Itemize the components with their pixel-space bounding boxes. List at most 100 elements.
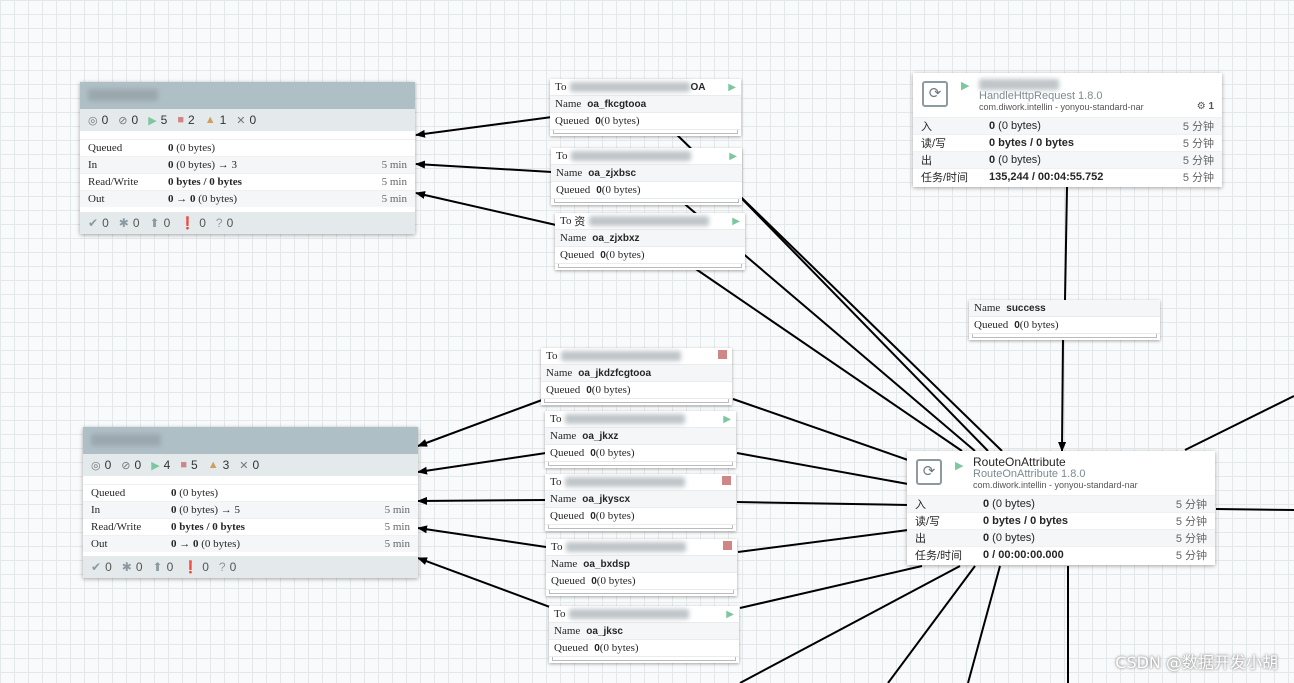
running-icon: ▶ bbox=[955, 460, 964, 472]
stat-label: Out bbox=[88, 193, 105, 205]
stat-time: 5 分钟 bbox=[1175, 499, 1207, 511]
process-group-2[interactable]: ◎ 0 ⊘ 0 ▶ 4 ■ 5 ▲ 3 ✕ 0 Queued 0 (0 bytes) In 0 … bbox=[83, 427, 418, 578]
stat-row-in: In 0 (0 bytes) → 55 min bbox=[83, 501, 418, 518]
connection-line bbox=[967, 565, 1001, 683]
unknown-count: 0 bbox=[226, 216, 234, 230]
locally-modified-count: 0 bbox=[132, 216, 140, 230]
redacted-destination bbox=[565, 477, 686, 487]
connection-line bbox=[417, 525, 547, 548]
stat-extra: (0 bytes) bbox=[995, 154, 1041, 166]
active-tasks-count: 1 bbox=[1208, 101, 1214, 112]
running-count: 5 bbox=[160, 113, 168, 127]
process-group-stats: ◎ 0 ⊘ 0 ▶ 4 ■ 5 ▲ 3 ✕ 0 bbox=[83, 454, 418, 476]
destination-suffix: OA bbox=[690, 81, 706, 93]
stat-extra: (0 bytes) → 3 bbox=[173, 159, 238, 171]
connection-label[interactable]: To Name oa_jkyscx Queued 0 (0 bytes) bbox=[545, 474, 736, 531]
backpressure-bar bbox=[972, 334, 1157, 338]
queued-label: Queued bbox=[550, 510, 585, 522]
destination-prefix: 资 bbox=[574, 216, 586, 228]
stat-value: 0 / 00:00:00.000 bbox=[983, 549, 1064, 561]
stat-time: 5 min bbox=[384, 521, 410, 533]
active-tasks: ⚙ 1 bbox=[1197, 101, 1214, 112]
redacted-destination bbox=[561, 351, 682, 361]
stat-label: 任务/时间 bbox=[921, 172, 969, 184]
processor-name: RouteOnAttribute bbox=[973, 455, 1066, 469]
stat-extra: (0 bytes) bbox=[198, 538, 241, 550]
redacted-name bbox=[88, 89, 158, 101]
connection-line bbox=[415, 191, 557, 226]
stat-label: Read/Write bbox=[91, 521, 142, 533]
stopped-icon bbox=[723, 541, 732, 553]
stat-row-read-write: 读/写 0 bytes / 0 bytes 5 分钟 bbox=[913, 134, 1222, 151]
connection-label-success[interactable]: Name success Queued 0 (0 bytes) bbox=[969, 300, 1160, 340]
version-control-stats: ✔ 0 ✱ 0 ⬆ 0 ❗ 0 ? 0 bbox=[83, 556, 418, 578]
stat-row-in: 入0 (0 bytes) 5 分钟 bbox=[907, 495, 1215, 512]
stat-extra: (0 bytes) → 5 bbox=[176, 504, 241, 516]
processor-handle-http-request[interactable]: ⟳ ▶ HandleHttpRequest 1.8.0 com.diwork.i… bbox=[913, 73, 1222, 187]
stat-row-in: 入0 (0 bytes) 5 分钟 bbox=[913, 117, 1222, 134]
connection-label[interactable]: To ▶ Name oa_zjxbsc Queued 0 (0 bytes) bbox=[551, 148, 742, 205]
name-label: Name bbox=[551, 558, 578, 570]
queued-bytes: (0 bytes) bbox=[599, 642, 639, 654]
processor-icon: ⟳ bbox=[922, 81, 948, 107]
process-group-title bbox=[80, 82, 415, 109]
connection-line bbox=[415, 116, 553, 138]
connection-name: oa_jksc bbox=[586, 625, 623, 637]
stat-label: In bbox=[88, 159, 98, 171]
name-label: Name bbox=[555, 98, 582, 110]
stat-time: 5 分钟 bbox=[1182, 155, 1214, 167]
to-label: To bbox=[556, 150, 568, 162]
connection-label[interactable]: To ▶ Name oa_jkxz Queued 0 (0 bytes) bbox=[545, 411, 736, 468]
stat-row-out: 出0 (0 bytes) 5 分钟 bbox=[913, 151, 1222, 168]
stat-time: 5 分钟 bbox=[1175, 533, 1207, 545]
redacted-destination bbox=[565, 414, 686, 424]
running-icon: ▶ bbox=[148, 114, 157, 127]
queued-bytes: (0 bytes) bbox=[605, 249, 645, 261]
stat-row-read-write: Read/Write 0 bytes / 0 bytes 5 min bbox=[80, 173, 415, 190]
backpressure-bar bbox=[548, 462, 733, 466]
stat-label: 出 bbox=[915, 533, 926, 545]
running-icon: ▶ bbox=[729, 150, 737, 162]
connection-label[interactable]: To 资 ▶ Name oa_zjxbxz Queued 0 (0 bytes) bbox=[555, 213, 745, 270]
stat-value: 0 → 0 bbox=[168, 193, 196, 205]
backpressure-bar bbox=[549, 590, 734, 594]
stat-row-in: In 0 (0 bytes) → 35 min bbox=[80, 156, 415, 173]
stat-label: 入 bbox=[921, 121, 932, 133]
question-icon: ? bbox=[218, 560, 226, 574]
to-label: To bbox=[551, 541, 563, 553]
error-count: 0 bbox=[202, 560, 209, 574]
stat-label: 任务/时间 bbox=[915, 550, 963, 562]
to-label: To bbox=[550, 476, 562, 488]
connection-line bbox=[732, 398, 909, 461]
connection-label[interactable]: To ▶ Name oa_jksc Queued 0 (0 bytes) bbox=[549, 606, 739, 663]
transmitting-icon: ◎ bbox=[88, 114, 98, 127]
connection-name: success bbox=[1006, 302, 1046, 314]
stat-label: Queued bbox=[88, 142, 123, 154]
stat-row-tasks: 任务/时间 0 / 00:00:00.000 5 分钟 bbox=[907, 546, 1215, 563]
up-arrow-icon: ⬆ bbox=[149, 216, 160, 230]
processor-route-on-attribute[interactable]: ⟳ ▶ RouteOnAttribute RouteOnAttribute 1.… bbox=[907, 451, 1215, 565]
process-group-stats: ◎ 0 ⊘ 0 ▶ 5 ■ 2 ▲ 1 ✕ 0 bbox=[80, 109, 415, 131]
redacted-destination bbox=[569, 609, 690, 619]
stopped-count: 5 bbox=[191, 458, 198, 472]
transmitting-count: 0 bbox=[104, 458, 112, 472]
stat-value: 0 → 0 bbox=[171, 538, 199, 550]
name-label: Name bbox=[550, 493, 577, 505]
connection-label[interactable]: To Name oa_jkdzfcgtooa Queued 0 (0 bytes) bbox=[541, 348, 732, 405]
backpressure-bar bbox=[552, 657, 736, 661]
running-icon: ▶ bbox=[961, 80, 970, 92]
processor-name bbox=[979, 77, 1059, 91]
redacted-destination bbox=[566, 542, 687, 552]
stopped-icon bbox=[722, 476, 731, 488]
connection-label[interactable]: To OA ▶ Name oa_fkcgtooa Queued 0 (0 bytes) bbox=[550, 79, 741, 136]
asterisk-icon: ✱ bbox=[121, 560, 132, 574]
process-group-1[interactable]: ◎ 0 ⊘ 0 ▶ 5 ■ 2 ▲ 1 ✕ 0 Queued 0 (0 bytes) In 0 … bbox=[80, 82, 415, 234]
asterisk-icon: ✱ bbox=[118, 216, 129, 230]
stat-row-tasks: 任务/时间 135,244 / 00:04:55.752 5 分钟 bbox=[913, 168, 1222, 185]
redacted-name bbox=[91, 434, 161, 446]
connection-name: oa_fkcgtooa bbox=[587, 98, 647, 110]
to-label: To bbox=[560, 215, 572, 227]
connection-label[interactable]: To Name oa_bxdsp Queued 0 (0 bytes) bbox=[546, 539, 737, 596]
stat-label: 读/写 bbox=[915, 516, 941, 528]
stat-extra: (0 bytes) bbox=[995, 120, 1041, 132]
